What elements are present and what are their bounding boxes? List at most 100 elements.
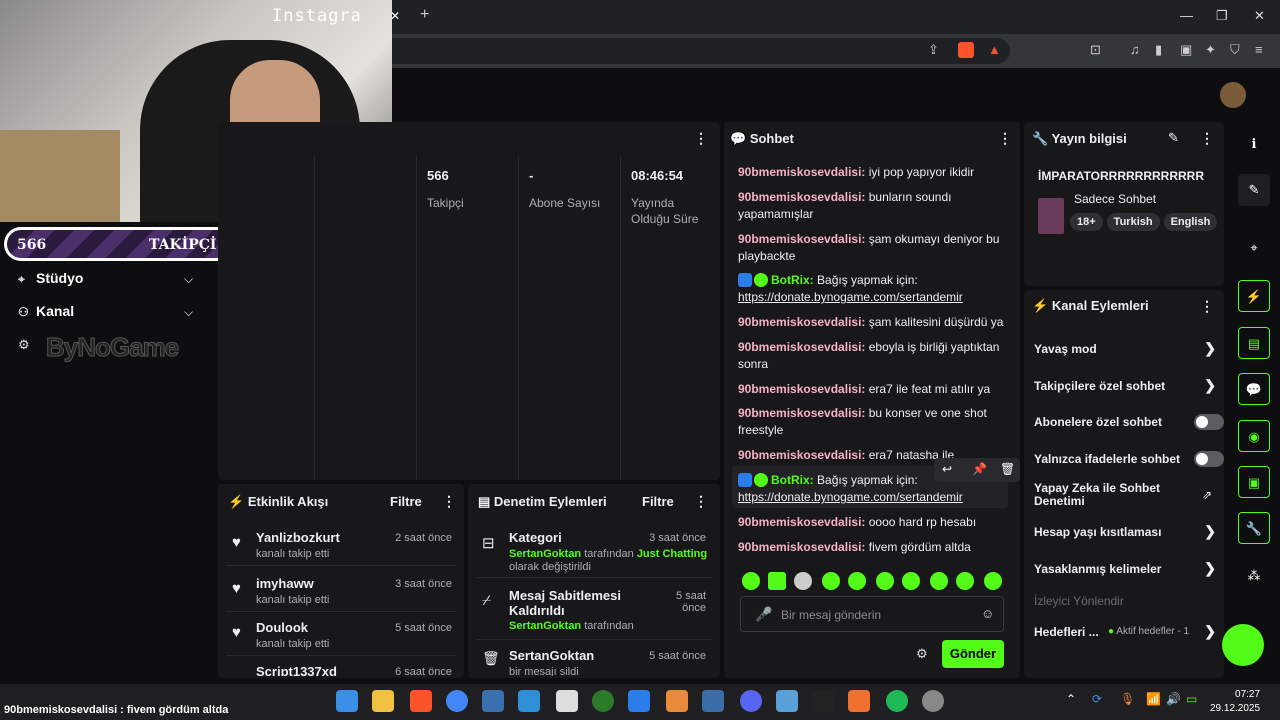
- xampp-icon[interactable]: [666, 690, 688, 712]
- wallet-icon[interactable]: ▣: [1180, 42, 1192, 58]
- sidebar-item-channel[interactable]: ⚇ Kanal: [18, 303, 74, 327]
- sidebar-item-studio[interactable]: ⌖ Stüdyo: [18, 270, 83, 294]
- activity-user[interactable]: Doulook: [256, 620, 308, 635]
- chat-username[interactable]: 90bmemiskosevdalisi:: [738, 406, 865, 420]
- chat-message[interactable]: 90bmemiskosevdalisi: şam kalitesini düşü…: [738, 314, 1008, 331]
- emote-only-row[interactable]: Yalnızca ifadelerle sohbet: [1034, 451, 1224, 467]
- kebab-menu-icon[interactable]: ⋮: [694, 130, 708, 147]
- maximize-button[interactable]: ❐: [1216, 8, 1228, 24]
- chevron-right-icon[interactable]: ❯: [1204, 560, 1216, 577]
- emote-only-toggle[interactable]: [1194, 451, 1224, 467]
- chat-username[interactable]: 90bmemiskosevdalisi:: [738, 515, 865, 529]
- address-bar[interactable]: n: [380, 38, 1010, 64]
- minimize-button[interactable]: —: [1180, 8, 1193, 23]
- chevron-down-icon[interactable]: ⌵: [184, 305, 193, 320]
- follower-only-row[interactable]: Takipçilere özel sohbet ❯: [1034, 377, 1216, 394]
- activity-user[interactable]: Script1337xd: [256, 664, 337, 676]
- microphone-icon[interactable]: 🎤: [755, 606, 772, 623]
- camera-focus-icon[interactable]: ⌖: [1238, 232, 1270, 264]
- tray-chevron-icon[interactable]: ⌃: [1066, 692, 1076, 706]
- chat-message[interactable]: 90bmemiskosevdalisi: bu konser ve one sh…: [738, 405, 1008, 439]
- pin-icon[interactable]: 📌: [972, 462, 987, 476]
- account-age-row[interactable]: Hesap yaşı kısıtlaması ❯: [1034, 523, 1216, 540]
- chat-username[interactable]: 90bmemiskosevdalisi:: [738, 448, 865, 462]
- system-clock[interactable]: 07:27 29.12.2025: [1210, 688, 1260, 716]
- brave-icon[interactable]: [410, 690, 432, 712]
- moderation-filter-button[interactable]: Filtre: [642, 494, 674, 509]
- chat-username[interactable]: 90bmemiskosevdalisi:: [738, 382, 865, 396]
- user-avatar[interactable]: [1220, 82, 1246, 108]
- chat-username[interactable]: 90bmemiskosevdalisi:: [738, 165, 865, 179]
- chevron-right-icon[interactable]: ❯: [1204, 523, 1216, 540]
- chat-message[interactable]: 90bmemiskosevdalisi: era7 ile feat mi at…: [738, 381, 1008, 398]
- chat-icon[interactable]: 💬: [1238, 373, 1270, 405]
- slow-mode-row[interactable]: Yavaş mod ❯: [1034, 340, 1216, 357]
- delete-icon[interactable]: 🗑: [1000, 462, 1015, 476]
- chevron-right-icon[interactable]: ❯: [1204, 377, 1216, 394]
- activity-user[interactable]: Yanlizbozkurt: [256, 530, 340, 545]
- discord-icon[interactable]: [740, 690, 762, 712]
- brave-shields-icon[interactable]: [958, 42, 974, 58]
- capcut-icon[interactable]: [556, 690, 578, 712]
- explorer-icon[interactable]: [372, 690, 394, 712]
- vpn-icon[interactable]: ⛉: [1230, 42, 1240, 58]
- app2-icon[interactable]: [848, 690, 870, 712]
- activity-user[interactable]: imyhaww: [256, 576, 314, 591]
- chrome-icon[interactable]: [446, 690, 468, 712]
- monitor-icon[interactable]: [776, 690, 798, 712]
- chevron-right-icon[interactable]: ❯: [1204, 340, 1216, 357]
- start-icon[interactable]: [336, 690, 358, 712]
- chat-message[interactable]: BotRix: Bağış yapmak için: https://donate…: [738, 272, 1008, 306]
- leo-icon[interactable]: ✦: [1205, 42, 1216, 58]
- kebab-menu-icon[interactable]: ⋮: [442, 493, 456, 510]
- kebab-menu-icon[interactable]: ⋮: [1200, 130, 1214, 147]
- category-name[interactable]: Just Chatting: [637, 548, 707, 560]
- kebab-menu-icon[interactable]: ⋮: [998, 130, 1012, 147]
- bolt-icon[interactable]: ⚡: [1238, 280, 1270, 312]
- video-icon[interactable]: ▣: [1238, 466, 1270, 498]
- extensions-icon[interactable]: ⁂: [1238, 560, 1270, 592]
- chat-message[interactable]: 90bmemiskosevdalisi: oooo hard rp hesabı: [738, 514, 1008, 531]
- kebab-menu-icon[interactable]: ⋮: [1200, 298, 1214, 315]
- volume-icon[interactable]: 🔊: [1166, 692, 1181, 706]
- emote-icon[interactable]: [902, 572, 920, 590]
- actor-name[interactable]: SertanGoktan: [509, 548, 581, 560]
- vscode-icon[interactable]: [628, 690, 650, 712]
- chat-username[interactable]: 90bmemiskosevdalisi:: [738, 232, 865, 246]
- menu-icon[interactable]: ≡: [1255, 42, 1263, 57]
- new-tab-button[interactable]: +: [420, 6, 429, 24]
- chat-username[interactable]: 90bmemiskosevdalisi:: [738, 190, 865, 204]
- sidebar-icon[interactable]: ▮: [1155, 42, 1162, 58]
- emote-icon[interactable]: [742, 572, 760, 590]
- chat-username[interactable]: 90bmemiskosevdalisi:: [738, 315, 865, 329]
- emote-icon[interactable]: [956, 572, 974, 590]
- donate-link[interactable]: https://donate.bynogame.com/sertandemir: [738, 490, 963, 504]
- emoji-icon[interactable]: ☺: [981, 606, 994, 621]
- sub-only-row[interactable]: Abonelere özel sohbet: [1034, 414, 1224, 430]
- reader-icon[interactable]: ⊡: [1090, 42, 1101, 58]
- share-icon[interactable]: ⇪: [928, 42, 939, 58]
- external-link-icon[interactable]: ⇗: [1202, 488, 1212, 502]
- broadcast-icon[interactable]: ◉: [1238, 420, 1270, 452]
- info-icon[interactable]: ℹ: [1238, 128, 1270, 160]
- emote-icon[interactable]: [848, 572, 866, 590]
- chevron-right-icon[interactable]: ❯: [1204, 623, 1216, 640]
- sub-only-toggle[interactable]: [1194, 414, 1224, 430]
- brave-rewards-icon[interactable]: ▲: [988, 42, 1001, 57]
- emote-icon[interactable]: [930, 572, 948, 590]
- chat-settings-gear-icon[interactable]: ⚙: [916, 646, 928, 662]
- emote-icon[interactable]: [768, 572, 786, 590]
- app3-icon[interactable]: [922, 690, 944, 712]
- chat-username[interactable]: 90bmemiskosevdalisi:: [738, 340, 865, 354]
- chat-username[interactable]: BotRix:: [771, 473, 814, 487]
- close-window-button[interactable]: ✕: [1254, 8, 1265, 24]
- emote-icon[interactable]: [876, 572, 894, 590]
- activity-filter-button[interactable]: Filtre: [390, 494, 422, 509]
- hs-icon[interactable]: [592, 690, 614, 712]
- chat-input[interactable]: 🎤 Bir mesaj gönderin ☺: [740, 596, 1004, 632]
- chat-message[interactable]: 90bmemiskosevdalisi: fivem gördüm altda: [738, 539, 1008, 556]
- emote-icon[interactable]: [984, 572, 1002, 590]
- actor-name[interactable]: SertanGoktan: [509, 620, 581, 632]
- emote-icon[interactable]: [822, 572, 840, 590]
- ai-moderation-row[interactable]: Yapay Zeka ile Sohbet Denetimi: [1034, 482, 1184, 508]
